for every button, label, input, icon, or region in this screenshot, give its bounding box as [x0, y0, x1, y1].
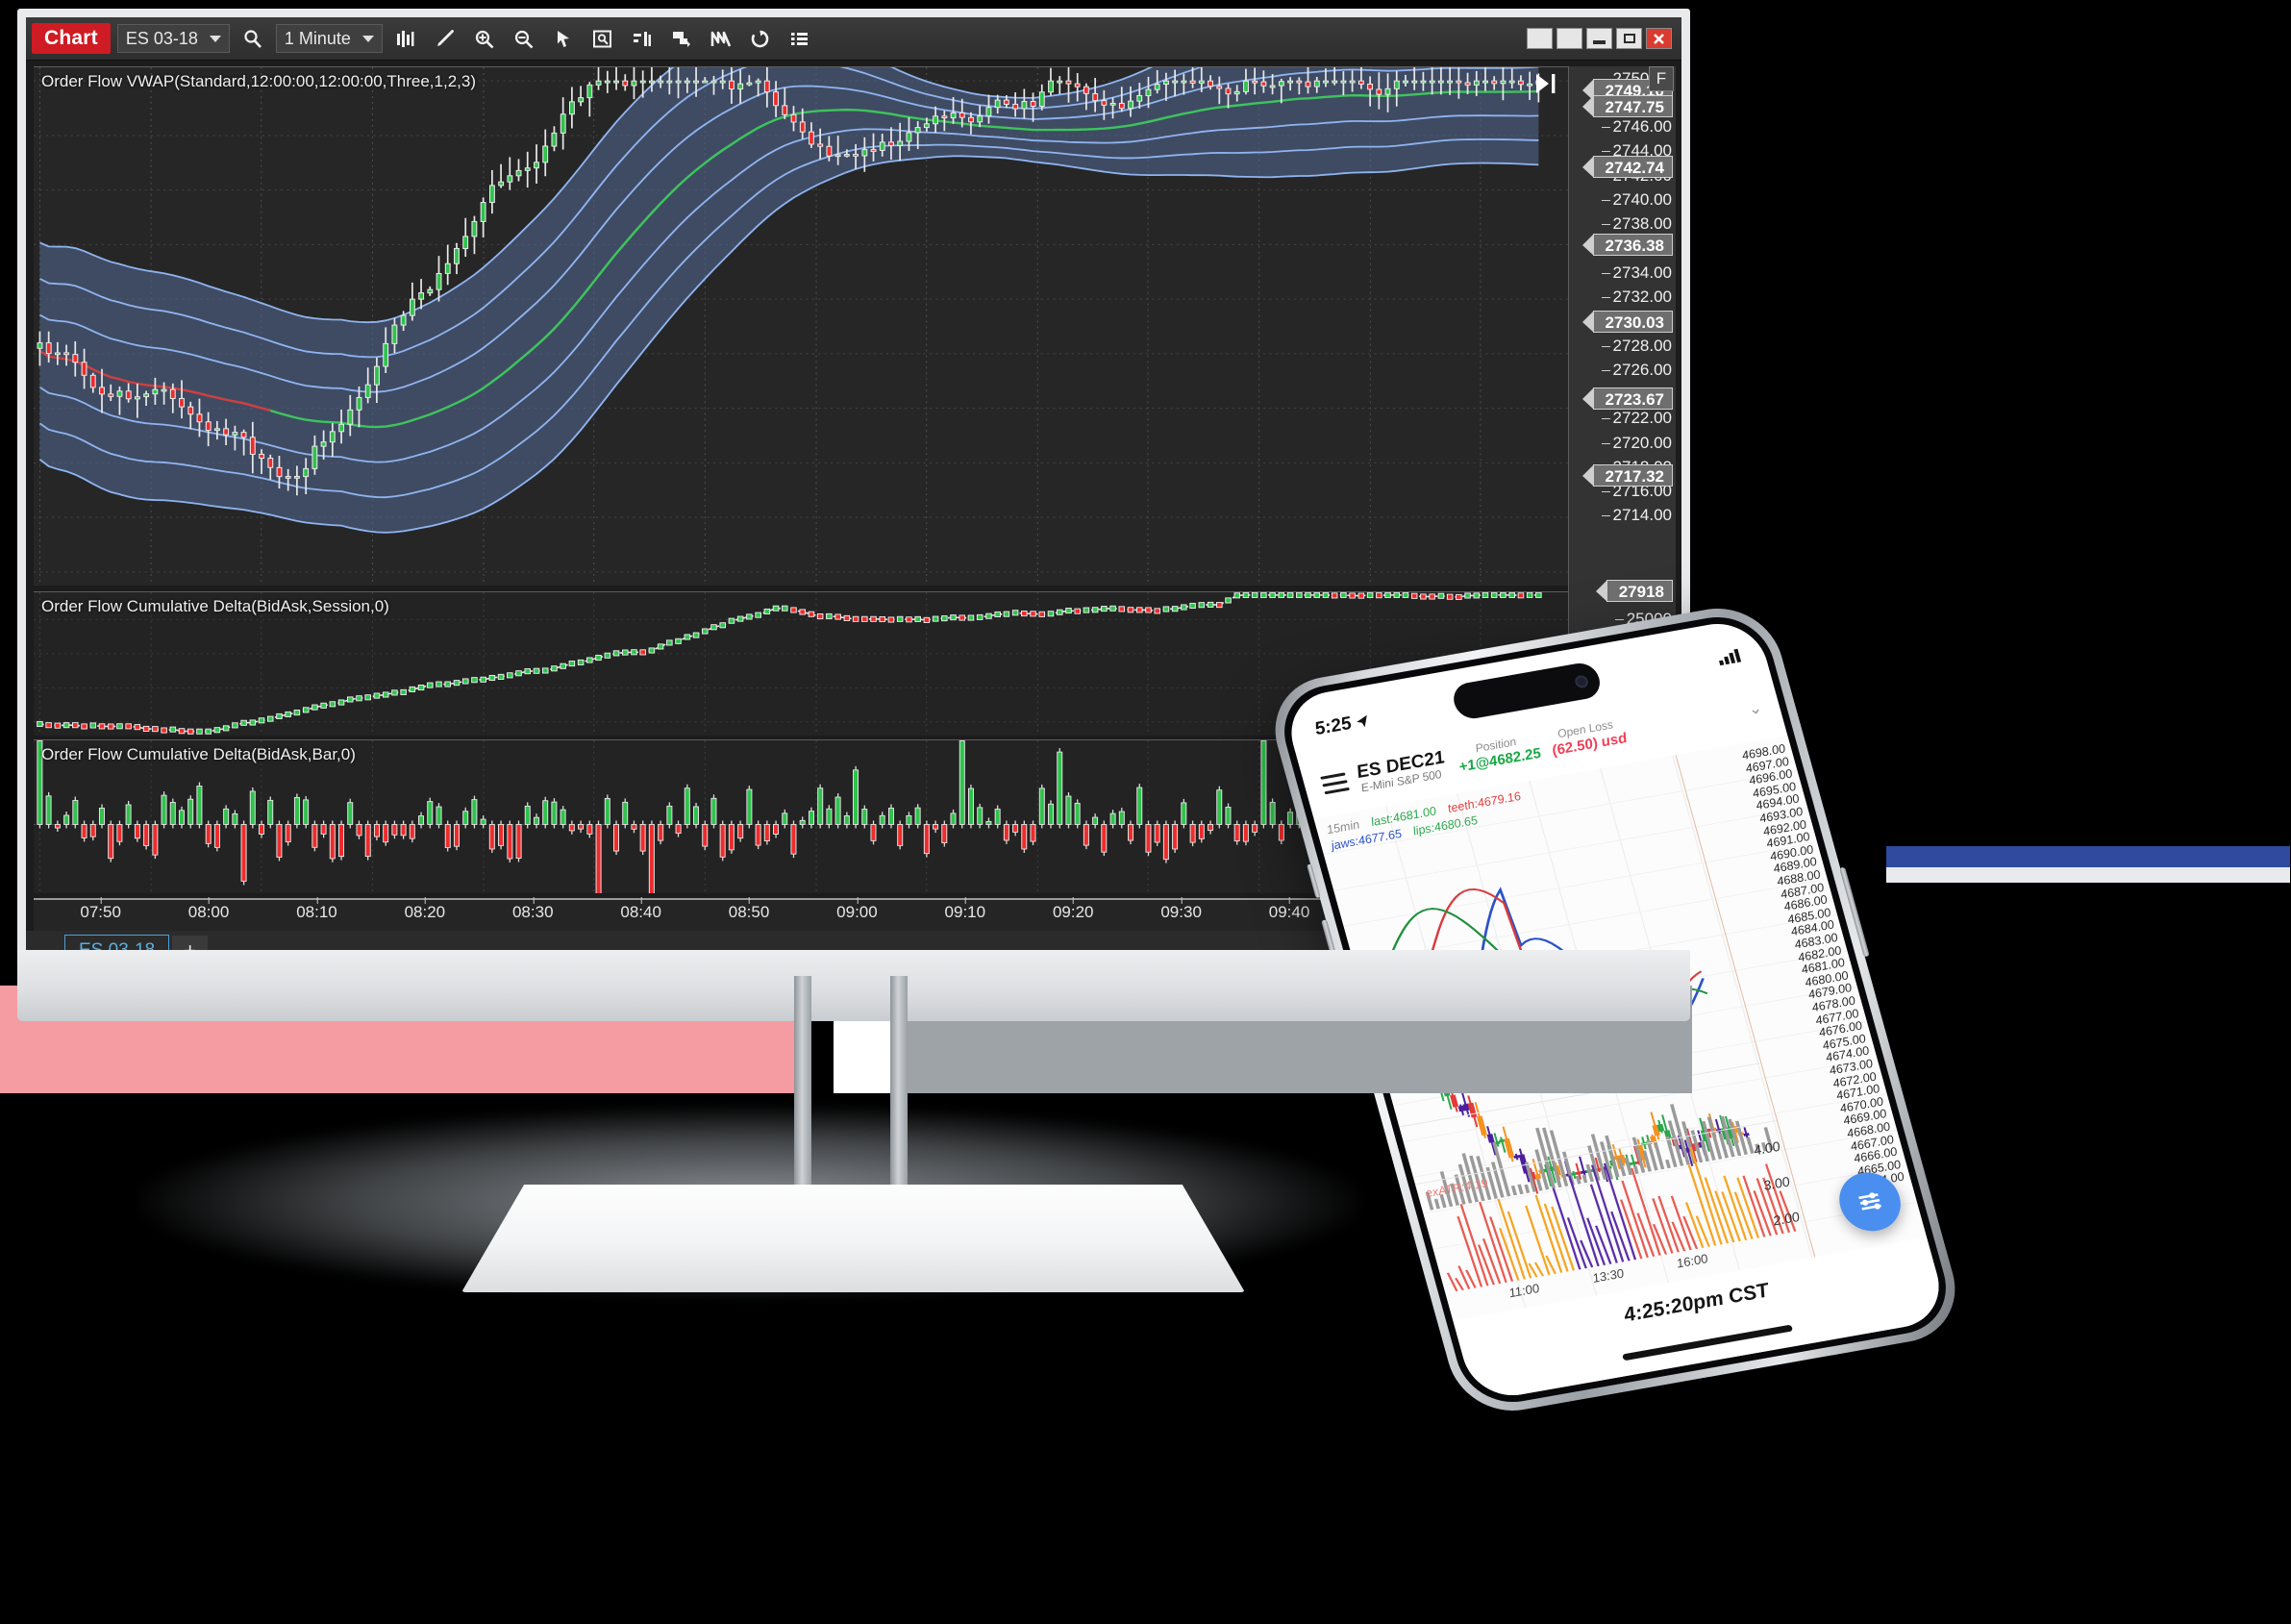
price-axis-tick: 2738.00	[1601, 214, 1672, 234]
instrument-value: ES 03-18	[125, 28, 198, 48]
time-axis-tick: 08:20	[404, 897, 446, 921]
price-axis-tick: 2726.00	[1601, 360, 1672, 379]
instrument-selector[interactable]: ES 03-18	[116, 24, 230, 53]
delta-axis-highlight-tag: 27918	[1595, 580, 1673, 602]
close-button[interactable]	[1646, 28, 1672, 49]
price-axis-tick: 2732.00	[1601, 287, 1672, 306]
zoom-out-icon[interactable]	[508, 23, 540, 54]
refresh-icon[interactable]	[744, 23, 777, 54]
price-axis-highlight-tag: 2723.67	[1581, 387, 1673, 411]
cursor-icon[interactable]	[547, 23, 580, 54]
price-axis-highlight-tag: 2736.38	[1581, 233, 1673, 256]
backdrop-light-strip	[1886, 867, 2290, 883]
jump-to-end-icon[interactable]	[1533, 72, 1558, 100]
position-block: Position +1@4682.25	[1454, 733, 1543, 776]
chart-menu-button[interactable]: Chart	[32, 23, 111, 54]
price-axis-tick: 2734.00	[1601, 262, 1672, 282]
time-axis-tick: 09:10	[944, 897, 986, 921]
restore-button-2[interactable]	[1556, 28, 1582, 49]
strategies-icon[interactable]	[665, 23, 698, 54]
zoom-in-icon[interactable]	[468, 23, 501, 54]
time-axis-tick: 09:40	[1268, 897, 1310, 921]
data-box-icon[interactable]	[586, 23, 619, 54]
cumulative-delta-session-label: Order Flow Cumulative Delta(BidAsk,Sessi…	[41, 597, 389, 615]
signal-bars-icon	[1717, 648, 1742, 666]
price-panel[interactable]: Order Flow VWAP(Standard,12:00:00,12:00:…	[34, 66, 1568, 586]
chevron-down-icon	[209, 35, 221, 42]
monitor-base	[461, 1185, 1245, 1292]
time-axis-tick: 09:30	[1160, 897, 1202, 921]
price-axis-tick: 2722.00	[1601, 409, 1672, 428]
price-plot	[34, 67, 1568, 586]
price-axis-tick: 2720.00	[1601, 433, 1672, 452]
interval-value: 1 Minute	[284, 28, 351, 48]
search-icon[interactable]	[237, 23, 269, 54]
time-axis-tick: 07:50	[80, 897, 121, 921]
price-axis-highlight-tag: 2747.75	[1581, 95, 1673, 118]
interval-selector[interactable]: 1 Minute	[275, 24, 383, 53]
price-axis-tick: 2728.00	[1601, 336, 1672, 355]
front-camera-icon	[1573, 674, 1590, 688]
price-panel-label: Order Flow VWAP(Standard,12:00:00,12:00:…	[41, 72, 477, 90]
stand-post-right	[890, 976, 908, 1199]
status-time: 5:25	[1312, 713, 1355, 739]
price-axis-highlight-tag: 2730.03	[1581, 310, 1673, 333]
drawing-tools-icon[interactable]	[705, 23, 737, 54]
cumulative-delta-bar-label: Order Flow Cumulative Delta(BidAsk,Bar,0…	[41, 745, 356, 763]
backdrop-blue-strip	[1886, 846, 2290, 867]
time-axis-tick: 09:20	[1052, 897, 1094, 921]
pencil-icon[interactable]	[429, 23, 461, 54]
restore-button[interactable]	[1527, 28, 1553, 49]
monitor-stand-neck	[794, 976, 908, 1199]
minimize-button[interactable]	[1586, 28, 1612, 49]
price-axis-tick: 2740.00	[1601, 189, 1672, 209]
open-loss-block: Open Loss (62.50) usd	[1547, 717, 1630, 760]
price-axis-tick: 2746.00	[1601, 117, 1672, 137]
chart-toolbar: Chart ES 03-18 1 Minute	[26, 17, 1681, 61]
chevron-down-icon[interactable]: ⌄	[1746, 698, 1764, 719]
time-axis-tick: 08:40	[620, 897, 661, 921]
time-axis-tick: 08:00	[187, 897, 230, 921]
f-indicator-box[interactable]: F	[1649, 66, 1674, 91]
maximize-button[interactable]	[1616, 28, 1642, 49]
location-arrow-icon	[1357, 714, 1367, 728]
instrument-block[interactable]: ES DEC21 E-Mini S&P 500	[1355, 747, 1451, 794]
bar-chart-icon[interactable]	[389, 23, 422, 54]
price-axis-tick: 2714.00	[1601, 506, 1672, 525]
chevron-down-icon	[361, 35, 374, 42]
time-axis-tick: 08:30	[511, 897, 554, 921]
time-axis-tick: 08:10	[296, 897, 337, 921]
time-axis-tick: 08:50	[728, 897, 770, 921]
price-axis-highlight-tag: 2717.32	[1581, 464, 1673, 487]
indicators-icon[interactable]	[626, 23, 659, 54]
stand-post-left	[794, 976, 811, 1199]
home-indicator[interactable]	[1622, 1324, 1794, 1362]
price-axis-highlight-tag: 2742.74	[1581, 156, 1673, 179]
window-controls	[1527, 28, 1676, 49]
hamburger-menu-icon[interactable]	[1319, 767, 1351, 798]
time-axis-tick: 09:00	[836, 897, 878, 921]
list-icon[interactable]	[784, 23, 816, 54]
